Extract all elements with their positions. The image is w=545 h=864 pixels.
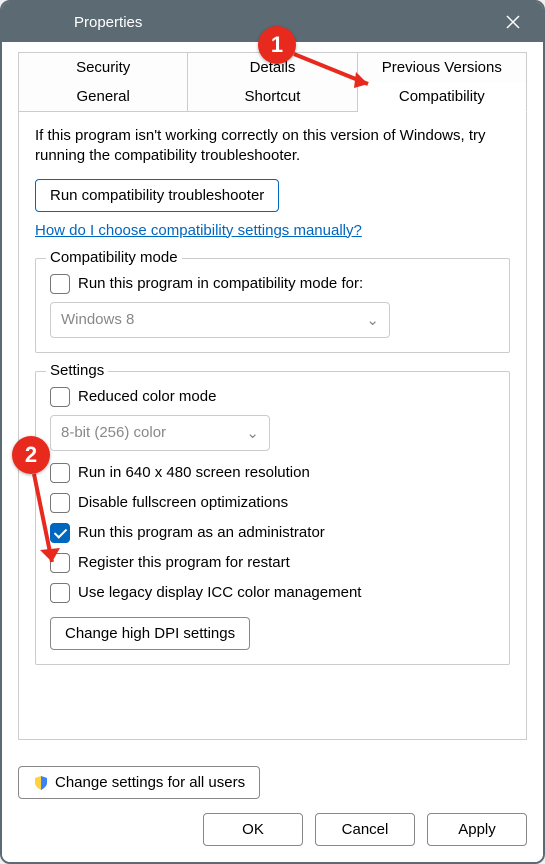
content-area: Security Details Previous Versions Gener… [2,42,543,862]
group-settings: Settings Reduced color mode 8-bit (256) … [35,371,510,665]
tab-panel-compatibility: If this program isn't working correctly … [18,111,527,740]
properties-window: Properties Security Details Previous Ver… [0,0,545,864]
color-mode-select[interactable]: 8-bit (256) color ⌄ [50,415,270,451]
shield-icon [33,775,49,791]
reduced-color-label: Reduced color mode [78,388,216,405]
compat-mode-checkbox[interactable] [50,274,70,294]
group-label: Compatibility mode [46,249,182,266]
close-icon [505,14,521,30]
tab-general[interactable]: General [18,82,188,111]
cancel-button[interactable]: Cancel [315,813,415,846]
annotation-arrow-1 [290,48,390,98]
apply-button[interactable]: Apply [427,813,527,846]
reduced-color-checkbox[interactable] [50,387,70,407]
annotation-arrow-2 [24,470,74,580]
run-troubleshooter-button[interactable]: Run compatibility troubleshooter [35,179,279,212]
close-button[interactable] [495,4,531,40]
chevron-down-icon: ⌄ [366,311,379,329]
group-compatibility-mode: Compatibility mode Run this program in c… [35,258,510,353]
compat-mode-label: Run this program in compatibility mode f… [78,275,363,292]
manual-settings-link[interactable]: How do I choose compatibility settings m… [35,222,362,239]
dialog-footer: OK Cancel Apply [2,799,543,862]
change-all-users-button[interactable]: Change settings for all users [18,766,260,799]
run-as-admin-label: Run this program as an administrator [78,524,325,541]
compat-mode-select[interactable]: Windows 8 ⌄ [50,302,390,338]
chevron-down-icon: ⌄ [246,424,259,442]
change-dpi-button[interactable]: Change high DPI settings [50,617,250,650]
group-label: Settings [46,362,108,379]
ok-button[interactable]: OK [203,813,303,846]
tab-security[interactable]: Security [18,52,188,82]
register-restart-label: Register this program for restart [78,554,290,571]
legacy-icc-checkbox[interactable] [50,583,70,603]
legacy-icc-label: Use legacy display ICC color management [78,584,361,601]
disable-fullscreen-label: Disable fullscreen optimizations [78,494,288,511]
all-users-row: Change settings for all users [18,766,527,799]
window-title: Properties [74,14,142,31]
annotation-badge-2: 2 [12,436,50,474]
annotation-badge-1: 1 [258,26,296,64]
intro-text: If this program isn't working correctly … [35,126,510,167]
resolution-640-label: Run in 640 x 480 screen resolution [78,464,310,481]
